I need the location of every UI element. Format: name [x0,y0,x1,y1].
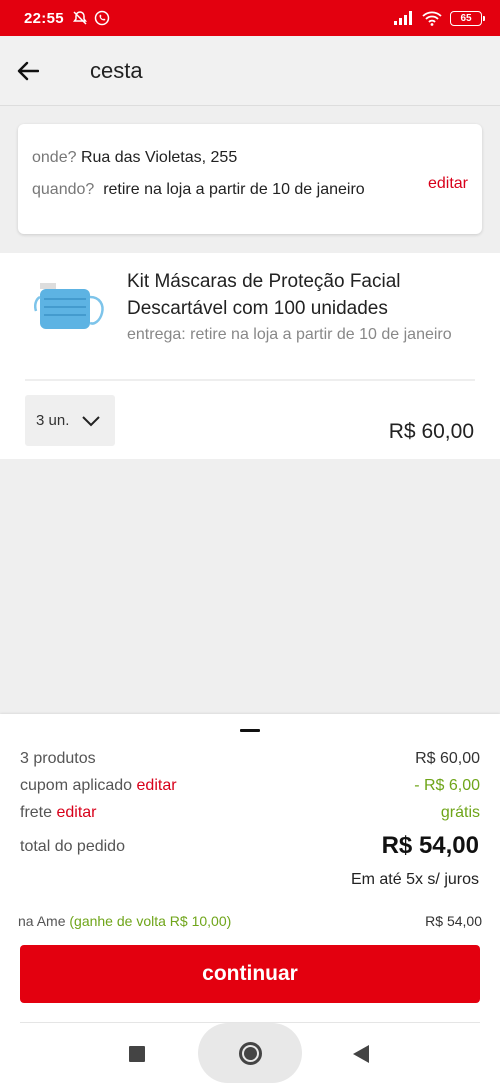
product-item: Kit Máscaras de Proteção Facial Descartá… [0,253,500,459]
installments-text: Em até 5x s/ juros [350,871,479,888]
chevron-down-icon [82,415,101,426]
when-label: quando? [32,181,95,198]
back-button[interactable] [0,36,58,106]
wifi-icon [422,11,442,26]
signal-icon [394,11,412,25]
total-label: total do pedido [20,838,125,855]
summary-shipping-row: frete editar grátis [20,804,480,822]
divider [25,379,475,381]
edit-coupon-link[interactable]: editar [137,777,177,794]
quantity-select[interactable]: 3 un. [25,395,115,446]
arrow-left-icon [17,61,39,80]
battery-icon: 65 [450,10,485,26]
whatsapp-icon [94,10,110,26]
summary-products-row: 3 produtos R$ 60,00 [20,750,480,768]
quantity-value: 3 un. [36,412,70,429]
edit-shipping-link[interactable]: editar [56,804,96,821]
recents-icon[interactable] [129,1046,145,1062]
continue-button[interactable]: continuar [20,945,480,1003]
products-value: R$ 60,00 [415,750,480,767]
shipping-value: grátis [440,804,480,821]
coupon-label: cupom aplicado [20,777,133,794]
top-bar: cesta [0,36,500,106]
where-value: Rua das Violetas, 255 [80,149,238,166]
ame-payment-row: na Ame (ganhe de volta R$ 10,00) R$ 54,0… [18,913,482,929]
total-value: R$ 54,00 [381,832,479,859]
product-image[interactable] [34,277,106,341]
system-nav-bar [0,1023,500,1083]
summary-coupon-row: cupom aplicado editar - R$ 6,00 [20,777,480,795]
home-button[interactable] [198,1023,302,1083]
ame-label: na Ame [18,913,66,929]
address-card: onde? Rua das Violetas, 255 quando? reti… [18,124,482,234]
notifications-off-icon [72,11,87,25]
page-title: cesta [90,57,143,83]
shipping-label: frete [20,804,53,821]
product-delivery: entrega: retire na loja a partir de 10 d… [127,326,452,343]
drag-handle[interactable] [240,729,260,732]
when-value: retire na loja a partir de 10 de janeiro [103,181,365,198]
product-name[interactable]: Kit Máscaras de Proteção Facial Descartá… [127,268,467,322]
products-label: 3 produtos [20,750,96,767]
edit-address-link[interactable]: editar [428,175,468,193]
ame-value: R$ 54,00 [425,913,482,929]
ame-cashback: (ganhe de volta R$ 10,00) [69,913,232,929]
status-time: 22:55 [24,9,64,27]
status-bar: 22:55 65 [0,0,500,36]
coupon-value: - R$ 6,00 [414,777,480,794]
back-triangle-icon[interactable] [353,1045,369,1063]
home-icon [238,1041,262,1065]
where-label: onde? [32,149,77,166]
product-price: R$ 60,00 [388,420,474,443]
